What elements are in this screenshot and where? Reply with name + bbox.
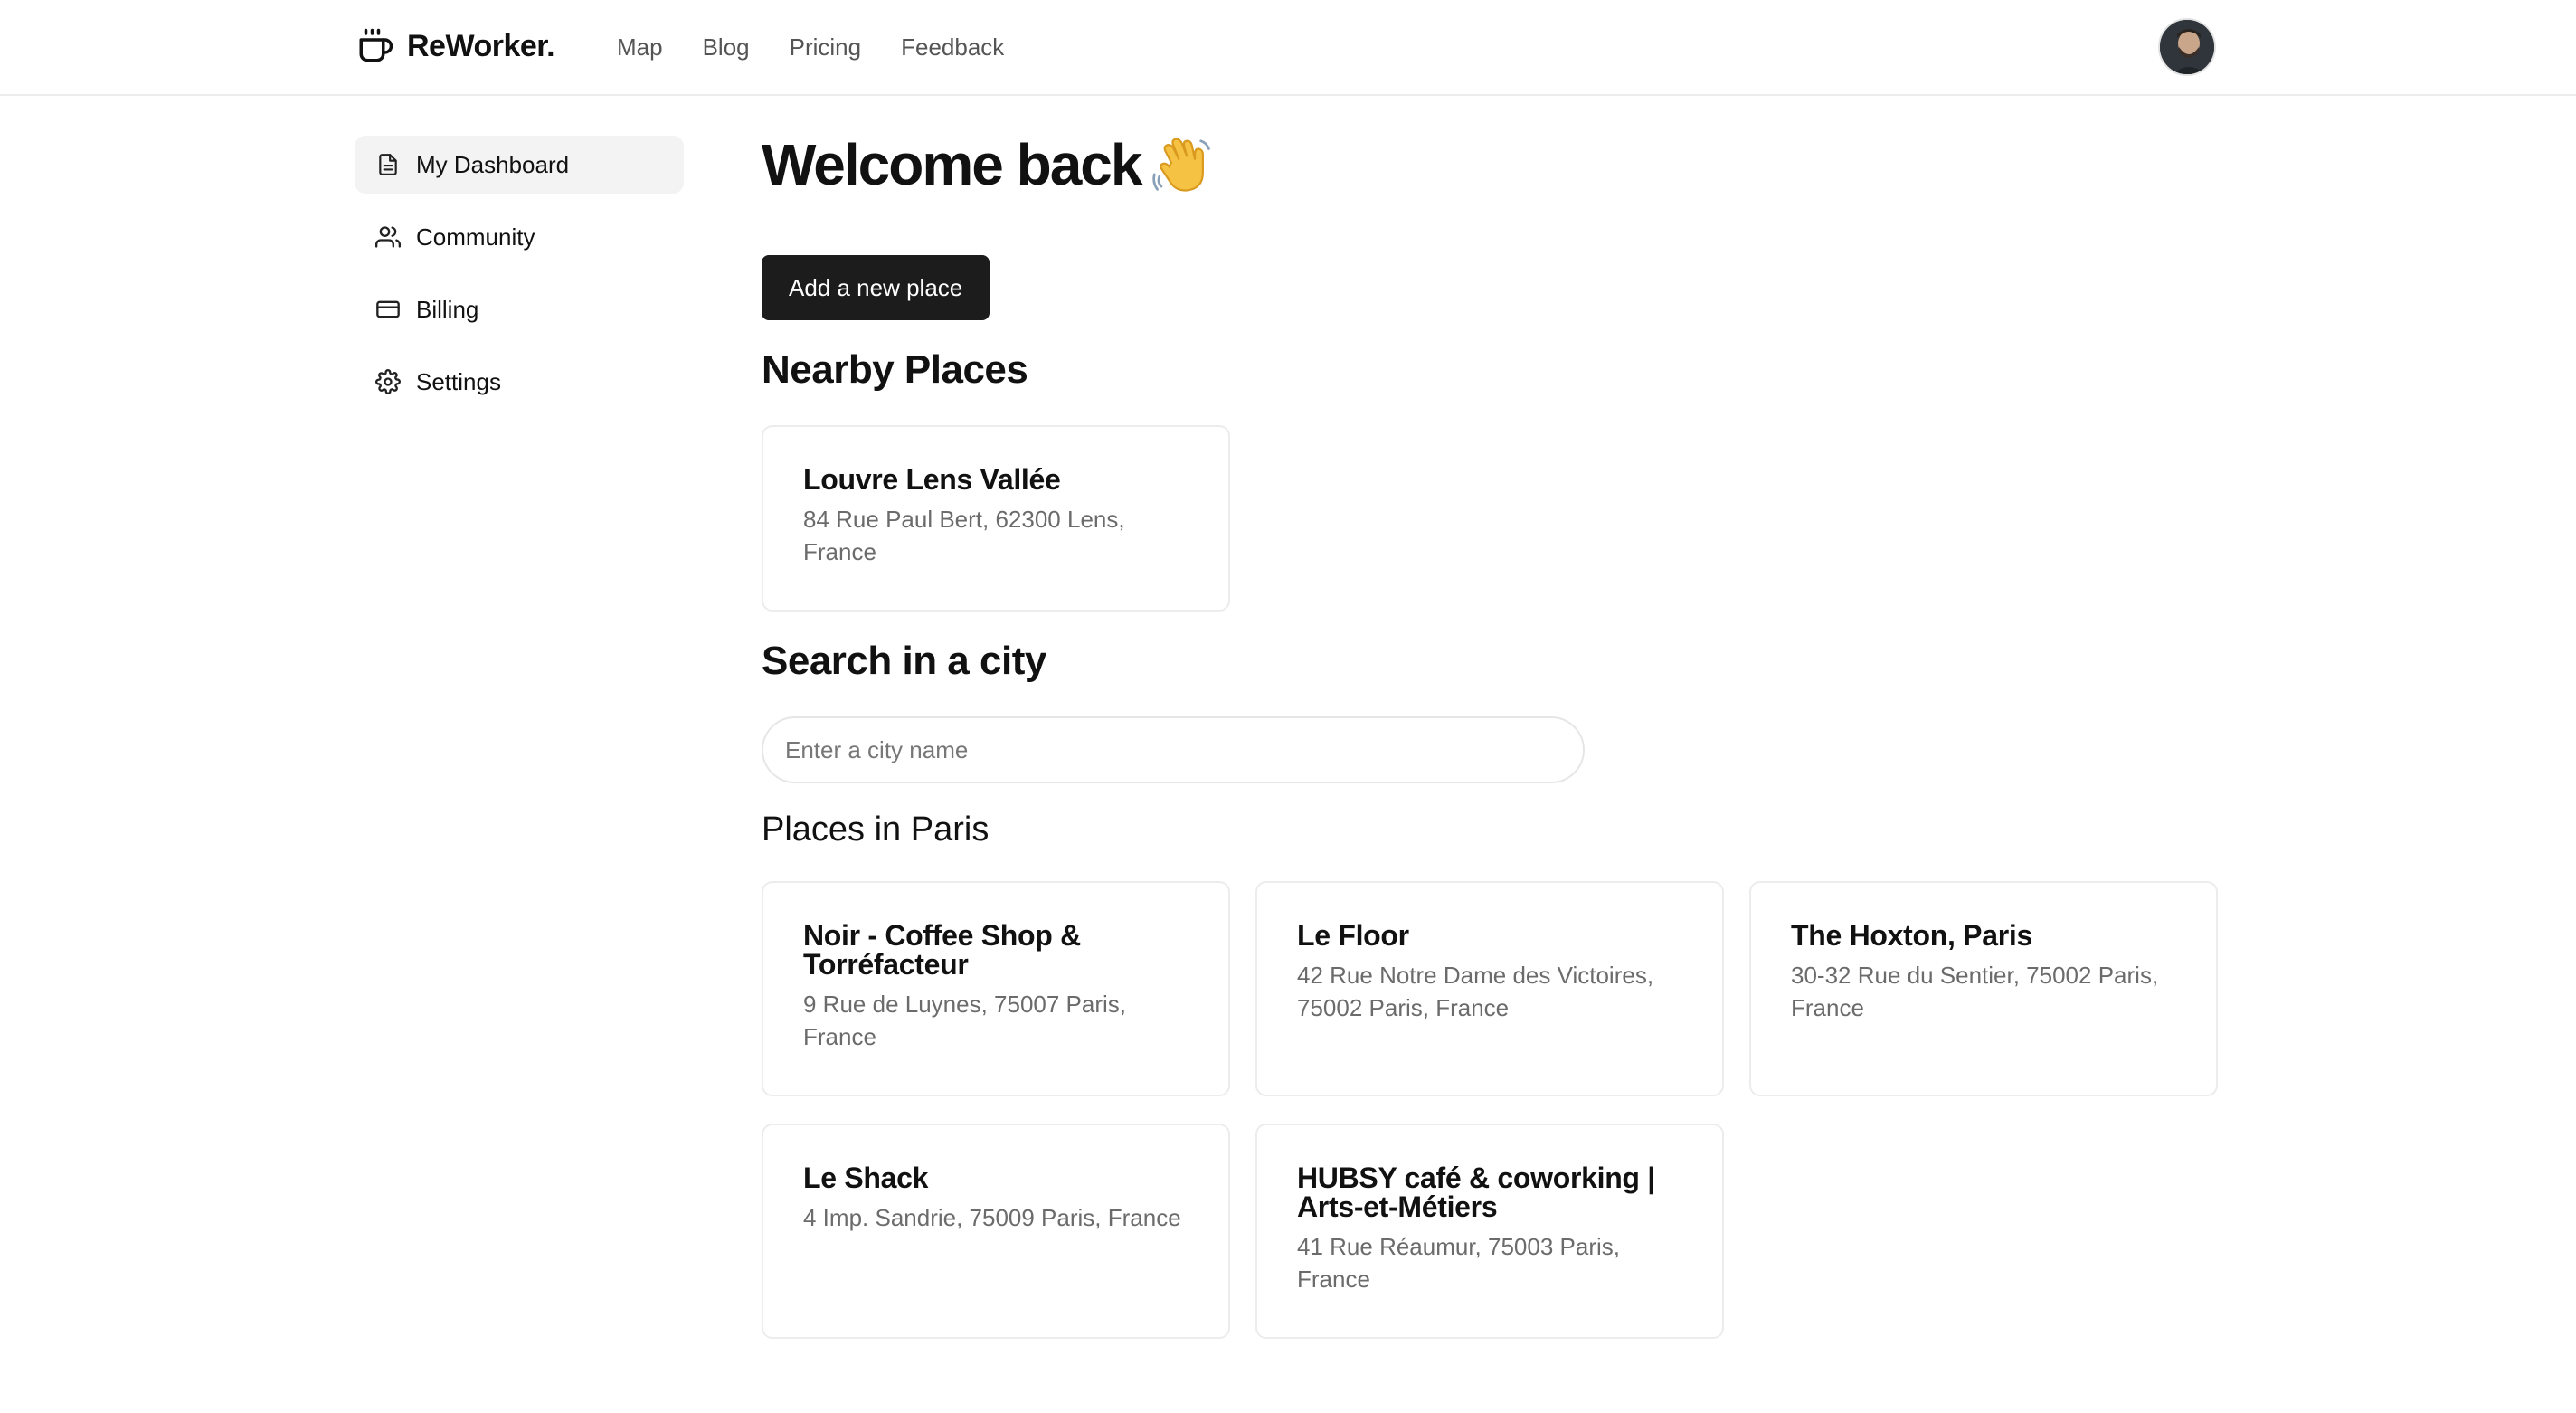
sidebar-item-community[interactable]: Community <box>355 208 684 266</box>
gear-icon <box>374 368 402 395</box>
place-address: 41 Rue Réaumur, 75003 Paris, France <box>1297 1233 1620 1293</box>
place-name: Louvre Lens Vallée <box>803 463 1061 496</box>
city-search-input[interactable] <box>762 716 1585 783</box>
place-card-hubsy-cafe-coworking[interactable]: HUBSY café & coworking | Arts-et-Métiers… <box>1255 1124 1724 1339</box>
sidebar-item-label: Settings <box>416 367 501 395</box>
place-card-le-shack[interactable]: Le Shack 4 Imp. Sandrie, 75009 Paris, Fr… <box>762 1124 1230 1339</box>
add-new-place-button[interactable]: Add a new place <box>762 255 990 320</box>
nav-link-feedback[interactable]: Feedback <box>901 33 1004 62</box>
nav-link-blog[interactable]: Blog <box>703 33 750 62</box>
sidebar-item-label: My Dashboard <box>416 150 570 178</box>
waving-hand-icon <box>1151 133 1215 196</box>
top-navbar: ReWorker. Map Blog Pricing Feedback <box>0 0 2576 96</box>
document-icon <box>374 151 402 178</box>
sidebar-item-label: Billing <box>416 295 479 323</box>
place-card-le-floor[interactable]: Le Floor 42 Rue Notre Dame des Victoires… <box>1255 881 1724 1096</box>
sidebar-item-my-dashboard[interactable]: My Dashboard <box>355 136 684 194</box>
place-card-louvre-lens-vallee[interactable]: Louvre Lens Vallée 84 Rue Paul Bert, 623… <box>762 425 1230 612</box>
nearby-places-title: Nearby Places <box>762 347 1028 392</box>
page-title: Welcome back <box>762 132 1142 197</box>
city-results-title: Places in Paris <box>762 811 990 849</box>
user-avatar[interactable] <box>2158 18 2216 76</box>
dashboard-main: Welcome back Add a new place Nearby Plac… <box>762 127 2218 1339</box>
place-card-noir-coffee-shop[interactable]: Noir - Coffee Shop & Torréfacteur 9 Rue … <box>762 881 1230 1096</box>
place-address: 42 Rue Notre Dame des Victoires, 75002 P… <box>1297 962 1654 1021</box>
place-address: 84 Rue Paul Bert, 62300 Lens, France <box>803 506 1125 565</box>
app-name: ReWorker. <box>407 28 555 63</box>
nav-link-map[interactable]: Map <box>617 33 663 62</box>
search-city-title: Search in a city <box>762 639 1046 683</box>
sidebar-item-label: Community <box>416 223 535 251</box>
place-address: 4 Imp. Sandrie, 75009 Paris, France <box>803 1204 1181 1231</box>
place-name: Noir - Coffee Shop & Torréfacteur <box>803 919 1081 981</box>
place-address: 9 Rue de Luynes, 75007 Paris, France <box>803 991 1127 1050</box>
logo[interactable]: ReWorker. <box>355 24 555 69</box>
place-name: Le Floor <box>1297 919 1409 952</box>
welcome-heading: Welcome back <box>762 127 2218 203</box>
place-name: The Hoxton, Paris <box>1791 919 2032 952</box>
place-name: Le Shack <box>803 1162 929 1194</box>
sidebar-item-settings[interactable]: Settings <box>355 353 684 411</box>
place-name: HUBSY café & coworking | Arts-et-Métiers <box>1297 1162 1655 1223</box>
users-icon <box>374 223 402 251</box>
coffee-cup-icon <box>355 25 396 67</box>
sidebar: My Dashboard Community Billing Settings <box>355 136 684 425</box>
place-address: 30-32 Rue du Sentier, 75002 Paris, Franc… <box>1791 962 2159 1021</box>
place-card-the-hoxton-paris[interactable]: The Hoxton, Paris 30-32 Rue du Sentier, … <box>1749 881 2218 1096</box>
main-nav: Map Blog Pricing Feedback <box>617 0 1044 94</box>
nav-link-pricing[interactable]: Pricing <box>790 33 861 62</box>
credit-card-icon <box>374 296 402 323</box>
sidebar-item-billing[interactable]: Billing <box>355 280 684 338</box>
